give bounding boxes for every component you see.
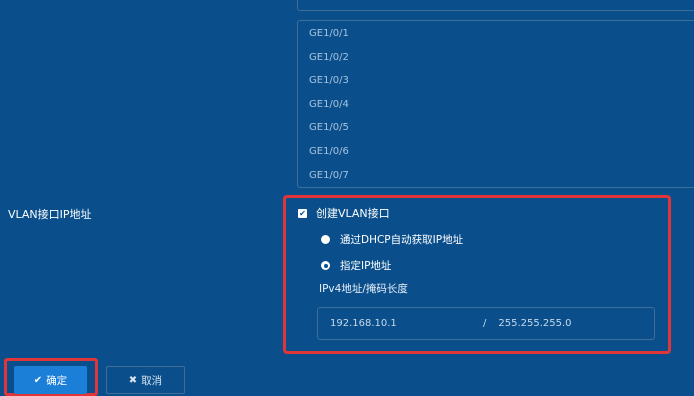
dhcp-radio-label: 通过DHCP自动获取IP地址: [340, 234, 464, 246]
port-item[interactable]: GE1/0/6: [298, 140, 694, 164]
vlan-ip-label: VLAN接口IP地址: [8, 208, 92, 221]
ip-mask-label: IPv4地址/掩码长度: [319, 283, 408, 295]
ok-button[interactable]: ✔ 确定: [14, 366, 87, 394]
ip-mask-field: 192.168.10.1 / 255.255.255.0: [317, 307, 655, 340]
port-item[interactable]: GE1/0/3: [298, 69, 694, 93]
static-ip-radio-label: 指定IP地址: [340, 260, 392, 272]
cancel-button-label: 取消: [141, 374, 163, 387]
dhcp-radio-option[interactable]: 通过DHCP自动获取IP地址: [321, 232, 463, 247]
checkbox-checked-icon[interactable]: ✔: [298, 208, 307, 218]
port-item[interactable]: GE1/0/1: [298, 22, 694, 46]
close-icon: ✖: [128, 374, 138, 386]
ipv4-address-input[interactable]: 192.168.10.1: [330, 318, 480, 329]
ok-button-label: 确定: [46, 374, 68, 387]
radio-selected-icon[interactable]: [321, 261, 330, 270]
create-vlan-label: 创建VLAN接口: [316, 207, 390, 220]
subnet-mask-input[interactable]: 255.255.255.0: [498, 318, 571, 329]
port-item[interactable]: GE1/0/2: [298, 46, 694, 70]
cancel-button[interactable]: ✖ 取消: [106, 366, 185, 394]
radio-unselected-icon[interactable]: [321, 235, 330, 244]
previous-field-box: [297, 0, 694, 11]
port-item[interactable]: GE1/0/7: [298, 164, 694, 188]
port-item[interactable]: GE1/0/5: [298, 116, 694, 140]
check-icon: ✔: [33, 374, 43, 386]
mask-separator: /: [483, 318, 487, 329]
static-ip-radio-option[interactable]: 指定IP地址: [321, 258, 391, 273]
port-item[interactable]: GE1/0/4: [298, 93, 694, 117]
create-vlan-checkbox[interactable]: ✔ 创建VLAN接口: [298, 205, 390, 221]
port-list[interactable]: GE1/0/1 GE1/0/2 GE1/0/3 GE1/0/4 GE1/0/5 …: [297, 20, 694, 188]
